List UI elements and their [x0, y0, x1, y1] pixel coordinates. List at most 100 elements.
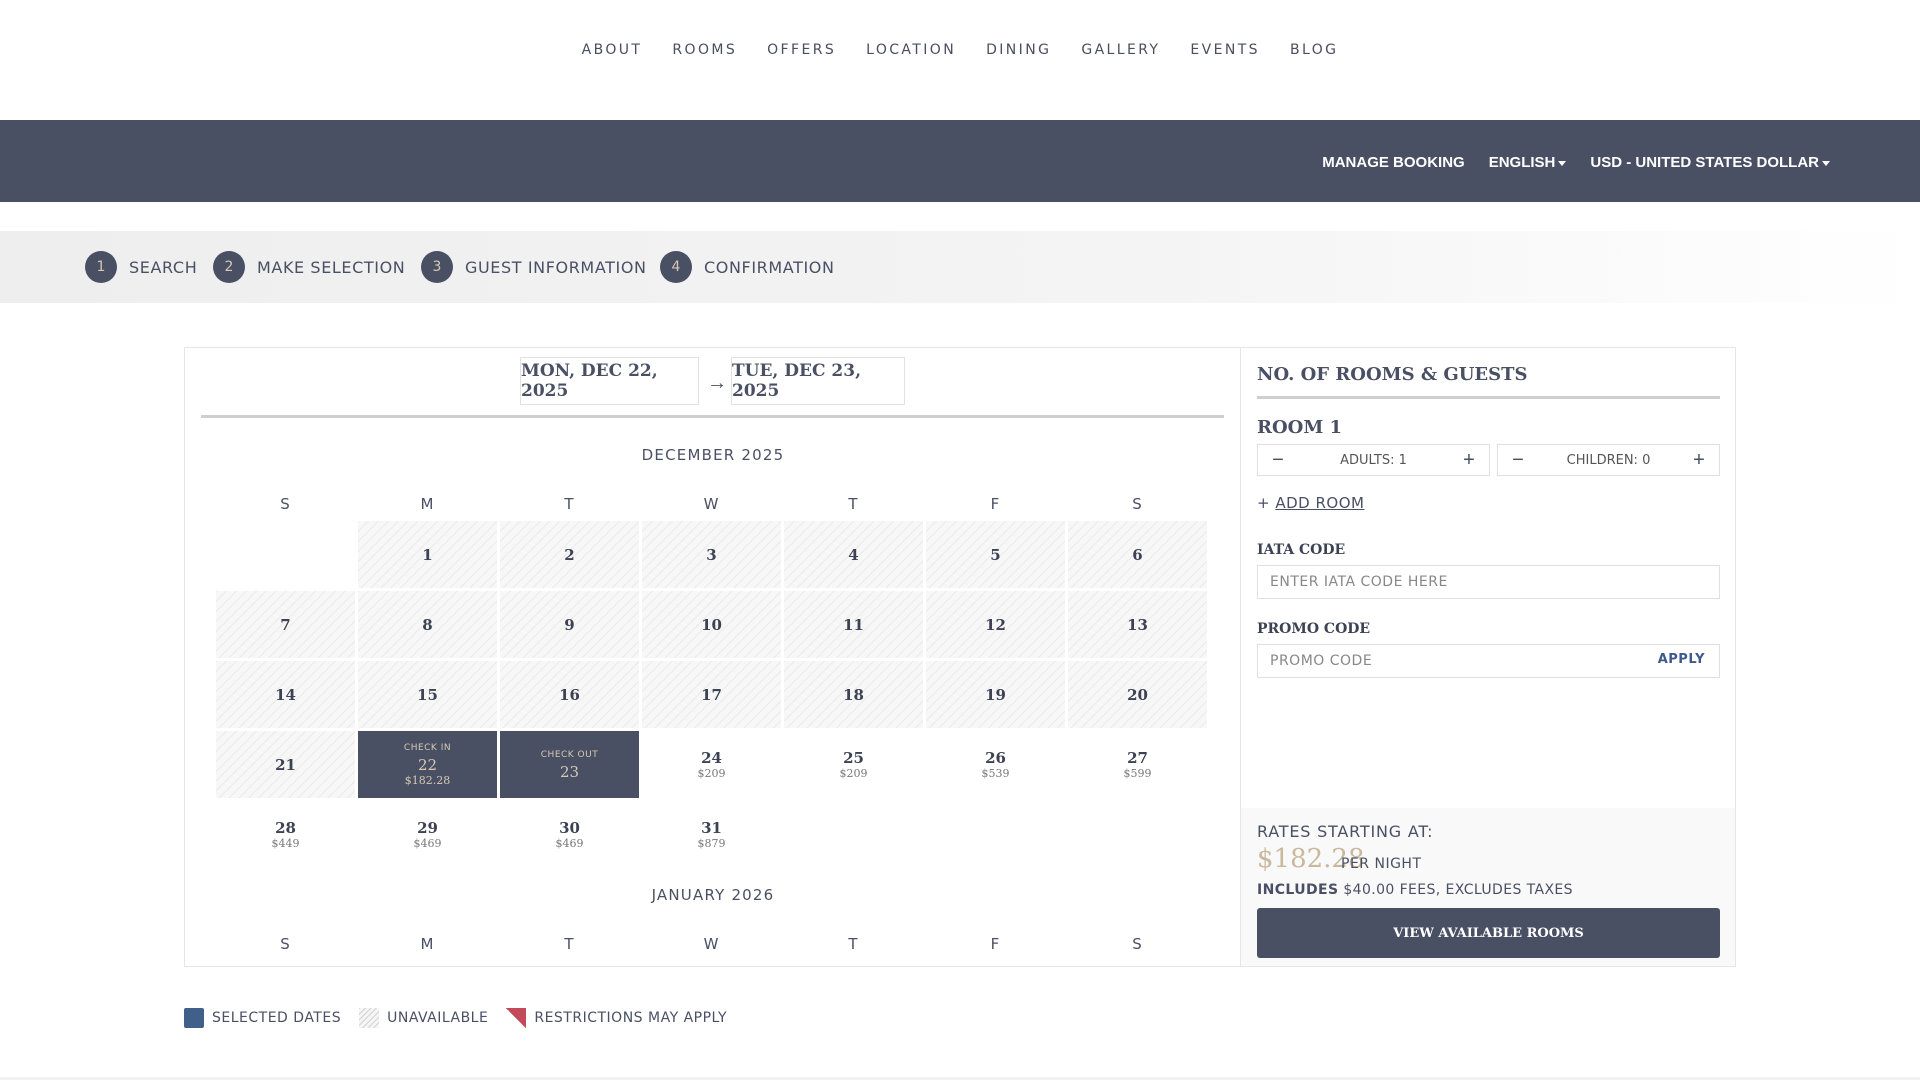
nav-item-location[interactable]: LOCATION	[851, 42, 971, 58]
day-number: 11	[843, 615, 864, 634]
checkin-date-box[interactable]: MON, DEC 22, 2025	[520, 357, 699, 405]
day-number: 7	[280, 615, 291, 634]
includes-label: INCLUDES	[1257, 882, 1339, 898]
children-value: CHILDREN: 0	[1566, 452, 1651, 468]
add-room-link[interactable]: + ADD ROOM	[1257, 494, 1364, 512]
calendar-day[interactable]: 21	[216, 731, 355, 798]
day-number: 20	[1127, 685, 1148, 704]
calendar-day[interactable]: 10	[642, 591, 781, 658]
calendar-day[interactable]: 12	[926, 591, 1065, 658]
day-price: $469	[413, 836, 442, 850]
step-number: 1	[85, 251, 117, 283]
iata-code-input[interactable]	[1257, 565, 1720, 599]
selected-swatch-icon	[184, 1008, 204, 1028]
nav-item-rooms[interactable]: ROOMS	[657, 42, 752, 58]
weekday-header: F	[990, 935, 1000, 953]
calendar-day[interactable]: 9	[500, 591, 639, 658]
promo-code-label: PROMO CODE	[1257, 621, 1371, 637]
day-tag: CHECK IN	[403, 742, 452, 753]
calendar-day[interactable]: 20	[1068, 661, 1207, 728]
calendar-day[interactable]: 28 $449	[216, 801, 355, 868]
step-confirmation[interactable]: 4 CONFIRMATION	[660, 251, 835, 283]
day-number: 1	[422, 545, 433, 564]
calendar-day[interactable]: 5	[926, 521, 1065, 588]
calendar-day[interactable]: 30 $469	[500, 801, 639, 868]
calendar-day[interactable]: 24 $209	[642, 731, 781, 798]
calendar-day[interactable]: 19	[926, 661, 1065, 728]
unavailable-swatch-icon	[359, 1008, 380, 1028]
weekday-header: S	[1132, 935, 1142, 953]
step-make-selection[interactable]: 2 MAKE SELECTION	[213, 251, 405, 283]
step-search[interactable]: 1 SEARCH	[85, 251, 197, 283]
language-dropdown[interactable]: ENGLISH	[1489, 154, 1567, 171]
calendar-day[interactable]: 26 $539	[926, 731, 1065, 798]
nav-item-dining[interactable]: DINING	[971, 42, 1066, 58]
step-label: SEARCH	[129, 257, 198, 277]
header-menu: MANAGE BOOKING ENGLISH USD - UNITED STAT…	[1322, 154, 1830, 171]
room-title: ROOM 1	[1257, 417, 1343, 438]
calendar-day[interactable]: 14	[216, 661, 355, 728]
day-number: 3	[706, 545, 717, 564]
booking-panel: MON, DEC 22, 2025 → TUE, DEC 23, 2025 DE…	[184, 347, 1736, 967]
checkout-date-box[interactable]: TUE, DEC 23, 2025	[731, 357, 905, 405]
calendar-day[interactable]: 31 $879	[642, 801, 781, 868]
calendar-day[interactable]: CHECK OUT 23	[500, 731, 639, 798]
calendar-day[interactable]: 4	[784, 521, 923, 588]
step-number: 3	[421, 251, 453, 283]
calendar-day[interactable]: 29 $469	[358, 801, 497, 868]
calendar-day[interactable]: 6	[1068, 521, 1207, 588]
step-label: MAKE SELECTION	[257, 257, 406, 277]
day-price: $879	[697, 836, 726, 850]
calendar-day[interactable]: 3	[642, 521, 781, 588]
calendar-day[interactable]: 1	[358, 521, 497, 588]
nav-item-about[interactable]: ABOUT	[567, 42, 658, 58]
rate-per-night: PER NIGHT	[1341, 856, 1422, 872]
date-underline	[201, 415, 1224, 418]
nav-item-offers[interactable]: OFFERS	[752, 42, 851, 58]
step-label: CONFIRMATION	[704, 257, 835, 277]
calendar-day[interactable]: 8	[358, 591, 497, 658]
nav-item-events[interactable]: EVENTS	[1175, 42, 1275, 58]
legend-selected: SELECTED DATES	[184, 1008, 341, 1028]
calendar-day[interactable]: 27 $599	[1068, 731, 1207, 798]
calendar-day[interactable]: CHECK IN 22 $182.28	[358, 731, 497, 798]
calendar-day[interactable]: 11	[784, 591, 923, 658]
day-number: 27	[1127, 748, 1148, 767]
day-number: 14	[275, 685, 296, 704]
promo-code-input[interactable]	[1257, 644, 1720, 678]
weekday-header: T	[848, 935, 858, 953]
weekday-header: F	[990, 495, 1000, 513]
step-guest-information[interactable]: 3 GUEST INFORMATION	[421, 251, 647, 283]
children-increment-button[interactable]: +	[1691, 450, 1707, 470]
calendar-day[interactable]: 15	[358, 661, 497, 728]
manage-booking-link[interactable]: MANAGE BOOKING	[1322, 154, 1465, 171]
nav-item-gallery[interactable]: GALLERY	[1066, 42, 1175, 58]
view-available-rooms-button[interactable]: VIEW AVAILABLE ROOMS	[1257, 908, 1720, 958]
children-decrement-button[interactable]: −	[1510, 450, 1526, 470]
weekday-header: W	[703, 935, 719, 953]
day-number: 12	[985, 615, 1006, 634]
calendar-day[interactable]: 13	[1068, 591, 1207, 658]
legend-restrictions-label: RESTRICTIONS MAY APPLY	[534, 1010, 728, 1026]
day-number: 21	[275, 755, 296, 774]
currency-dropdown[interactable]: USD - UNITED STATES DOLLAR	[1590, 154, 1830, 171]
nav-item-blog[interactable]: BLOG	[1275, 42, 1353, 58]
calendar-legend: SELECTED DATES UNAVAILABLE RESTRICTIONS …	[184, 1008, 727, 1028]
day-number: 5	[990, 545, 1001, 564]
calendar-day[interactable]: 7	[216, 591, 355, 658]
top-navigation: ABOUT ROOMS OFFERS LOCATION DINING GALLERY EVE…	[0, 0, 1920, 120]
day-number: 22	[417, 755, 438, 774]
calendar-day[interactable]: 17	[642, 661, 781, 728]
adults-increment-button[interactable]: +	[1461, 450, 1477, 470]
calendar-day[interactable]: 2	[500, 521, 639, 588]
currency-label: USD - UNITED STATES DOLLAR	[1590, 154, 1819, 171]
adults-decrement-button[interactable]: −	[1270, 450, 1286, 470]
apply-promo-button[interactable]: APPLY	[1658, 652, 1705, 667]
calendar-day[interactable]: 18	[784, 661, 923, 728]
calendar-day[interactable]: 25 $209	[784, 731, 923, 798]
calendar-day[interactable]: 16	[500, 661, 639, 728]
weekday-header: S	[1132, 495, 1142, 513]
includes-detail: $40.00 FEES, EXCLUDES TAXES	[1343, 882, 1573, 898]
booking-steps: 1 SEARCH 2 MAKE SELECTION 3 GUEST INFORM…	[0, 231, 1920, 303]
day-price: $209	[697, 766, 726, 780]
